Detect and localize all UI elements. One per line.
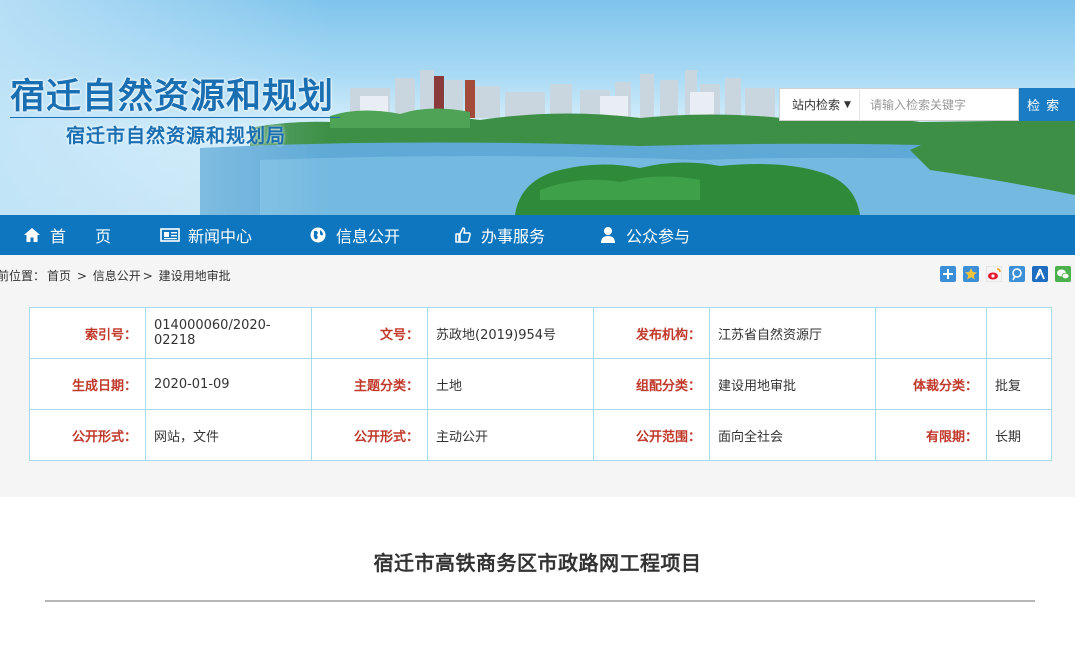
meta-value: 面向全社会 bbox=[709, 409, 876, 461]
qzone-icon[interactable] bbox=[963, 266, 979, 282]
meta-key: 文号： bbox=[311, 307, 428, 359]
meta-key: 公开范围： bbox=[593, 409, 710, 461]
meta-value: 网站，文件 bbox=[145, 409, 312, 461]
breadcrumb-prefix: 前位置： bbox=[0, 269, 46, 283]
meta-key: 有限期： bbox=[875, 409, 987, 461]
site-subtitle: 宿迁市自然资源和规划局 bbox=[66, 125, 287, 147]
table-row: 公开形式： 网站，文件 公开形式： 主动公开 公开范围： 面向全社会 有限期： … bbox=[29, 409, 1052, 461]
header-banner: 宿迁自然资源和规划 宿迁市自然资源和规划局 站内检索 ▼ 检 索 bbox=[0, 0, 1075, 215]
user-icon bbox=[598, 225, 618, 245]
nav-item-label: 新闻中心 bbox=[188, 227, 253, 246]
meta-value: 土地 bbox=[427, 358, 594, 410]
meta-value: 批复 bbox=[986, 358, 1052, 410]
meta-value: 主动公开 bbox=[427, 409, 594, 461]
nav-item-label: 办事服务 bbox=[481, 227, 546, 246]
nav-item-label: 首 页 bbox=[50, 227, 124, 246]
wechat-icon[interactable] bbox=[1055, 266, 1071, 282]
nav-item-public-participation[interactable]: 公众参与 bbox=[598, 215, 738, 255]
share-plus-icon[interactable] bbox=[940, 266, 956, 282]
site-title: 宿迁自然资源和规划 bbox=[10, 77, 335, 117]
meta-key: 组配分类： bbox=[593, 358, 710, 410]
info-panel: 索引号： 014000060/2020-02218 文号： 苏政地(2019)9… bbox=[0, 297, 1075, 497]
caret-down-icon: ▼ bbox=[844, 99, 851, 110]
meta-key: 生成日期： bbox=[29, 358, 146, 410]
meta-value: 苏政地(2019)954号 bbox=[427, 307, 594, 359]
home-icon bbox=[22, 225, 42, 245]
nav-item-label: 信息公开 bbox=[336, 227, 401, 246]
weibo-icon[interactable] bbox=[986, 266, 1002, 282]
meta-key: 公开形式： bbox=[311, 409, 428, 461]
globe-icon bbox=[308, 225, 328, 245]
meta-value: 江苏省自然资源厅 bbox=[709, 307, 876, 359]
search-button[interactable]: 检 索 bbox=[1019, 88, 1075, 121]
meta-value: 建设用地审批 bbox=[709, 358, 876, 410]
meta-value bbox=[986, 307, 1052, 359]
main-nav: 首 页 新闻中心 信息公开 办事服务 公众参与 bbox=[0, 215, 1075, 255]
meta-key: 发布机构： bbox=[593, 307, 710, 359]
breadcrumb-separator: > bbox=[142, 269, 153, 283]
search-scope-select[interactable]: 站内检索 ▼ bbox=[779, 88, 859, 121]
table-row: 生成日期： 2020-01-09 主题分类： 土地 组配分类： 建设用地审批 体… bbox=[29, 358, 1052, 410]
breadcrumb-bar: 前位置： 首页 > 信息公开 > 建设用地审批 bbox=[0, 255, 1075, 297]
nav-item-services[interactable]: 办事服务 bbox=[453, 215, 598, 255]
nav-item-label: 公众参与 bbox=[626, 227, 691, 246]
renren-icon[interactable] bbox=[1032, 266, 1048, 282]
breadcrumb-link-current[interactable]: 建设用地审批 bbox=[159, 269, 231, 283]
meta-key bbox=[875, 307, 987, 359]
meta-key: 公开形式： bbox=[29, 409, 146, 461]
meta-value: 长期 bbox=[986, 409, 1052, 461]
table-row: 索引号： 014000060/2020-02218 文号： 苏政地(2019)9… bbox=[29, 307, 1052, 359]
article-title: 宿迁市高铁商务区市政路网工程项目 bbox=[373, 551, 702, 575]
tencent-weibo-icon[interactable] bbox=[1009, 266, 1025, 282]
search-scope-label: 站内检索 bbox=[792, 98, 841, 112]
meta-key: 体裁分类： bbox=[875, 358, 987, 410]
meta-key: 主题分类： bbox=[311, 358, 428, 410]
breadcrumb: 前位置： 首页 > 信息公开 > 建设用地审批 bbox=[0, 267, 232, 284]
document-metadata-table: 索引号： 014000060/2020-02218 文号： 苏政地(2019)9… bbox=[29, 307, 1052, 461]
meta-value: 014000060/2020-02218 bbox=[145, 307, 312, 359]
site-search: 站内检索 ▼ 检 索 bbox=[779, 88, 1075, 121]
breadcrumb-link-home[interactable]: 首页 bbox=[47, 269, 71, 283]
meta-key: 索引号： bbox=[29, 307, 146, 359]
thumbs-up-icon bbox=[453, 225, 473, 245]
nav-item-info-disclosure[interactable]: 信息公开 bbox=[308, 215, 453, 255]
search-input[interactable] bbox=[859, 88, 1019, 121]
breadcrumb-link-info[interactable]: 信息公开 bbox=[93, 269, 141, 283]
nav-item-news[interactable]: 新闻中心 bbox=[160, 215, 308, 255]
share-toolbar bbox=[940, 266, 1071, 282]
nav-item-home[interactable]: 首 页 bbox=[22, 215, 160, 255]
title-divider bbox=[10, 117, 340, 118]
breadcrumb-separator: > bbox=[76, 269, 87, 283]
article-divider bbox=[45, 600, 1035, 602]
meta-value: 2020-01-09 bbox=[145, 358, 312, 410]
newspaper-icon bbox=[160, 225, 180, 245]
